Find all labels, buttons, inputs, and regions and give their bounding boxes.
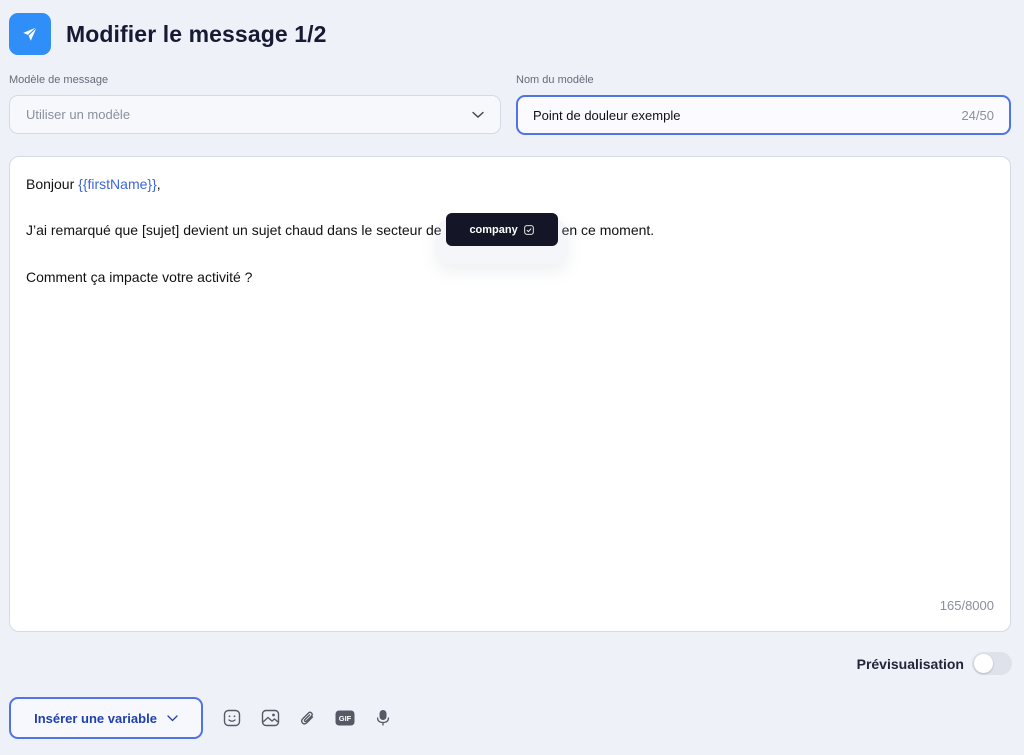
template-name-count: 24/50: [961, 107, 994, 123]
paper-plane-icon: [9, 13, 51, 55]
microphone-icon[interactable]: [373, 708, 393, 728]
template-name-field[interactable]: Point de douleur exemple 24/50: [516, 95, 1011, 135]
preview-toggle[interactable]: [972, 652, 1012, 675]
template-name-value[interactable]: Point de douleur exemple: [533, 108, 961, 123]
editor-line-body: J’ai remarqué que [sujet] devient un suj…: [26, 213, 994, 264]
chevron-down-icon: [472, 106, 484, 124]
insert-variable-button[interactable]: Insérer une variable: [9, 697, 203, 739]
character-count: 165/8000: [939, 598, 994, 613]
company-chip-label: company: [469, 223, 518, 236]
editor-line-question: Comment ça impacte votre activité ?: [26, 269, 253, 285]
template-select[interactable]: Utiliser un modèle: [9, 95, 501, 134]
chevron-down-icon: [167, 714, 178, 721]
template-name-label: Nom du modèle: [516, 74, 594, 86]
greeting-text: Bonjour: [26, 176, 79, 192]
company-variable-chip[interactable]: company: [445, 213, 558, 246]
body-text-after: en ce moment.: [561, 222, 655, 239]
image-icon[interactable]: [260, 708, 280, 728]
header: Modifier le message 1/2: [9, 12, 327, 56]
page-title: Modifier le message 1/2: [66, 20, 327, 47]
svg-text:GIF: GIF: [339, 714, 352, 723]
body-text-before: J’ai remarqué que [sujet] devient un suj…: [26, 222, 442, 239]
editor-line-greeting: Bonjour {{firstName}},: [26, 175, 994, 193]
emoji-icon[interactable]: [222, 708, 242, 728]
greeting-punct: ,: [156, 176, 161, 192]
template-select-label: Modèle de message: [9, 74, 109, 86]
message-editor[interactable]: Bonjour {{firstName}}, J’ai remarqué que…: [9, 156, 1011, 632]
gif-icon[interactable]: GIF: [335, 708, 355, 728]
preview-label: Prévisualisation: [856, 656, 964, 672]
attachment-icon[interactable]: [298, 708, 318, 728]
check-square-icon: [523, 224, 534, 235]
insert-variable-label: Insérer une variable: [34, 710, 157, 726]
toggle-knob: [974, 654, 993, 673]
template-select-placeholder: Utiliser un modèle: [26, 107, 131, 122]
firstname-variable[interactable]: {{firstName}}: [78, 176, 157, 192]
company-chip-wrapper: company: [435, 213, 568, 264]
